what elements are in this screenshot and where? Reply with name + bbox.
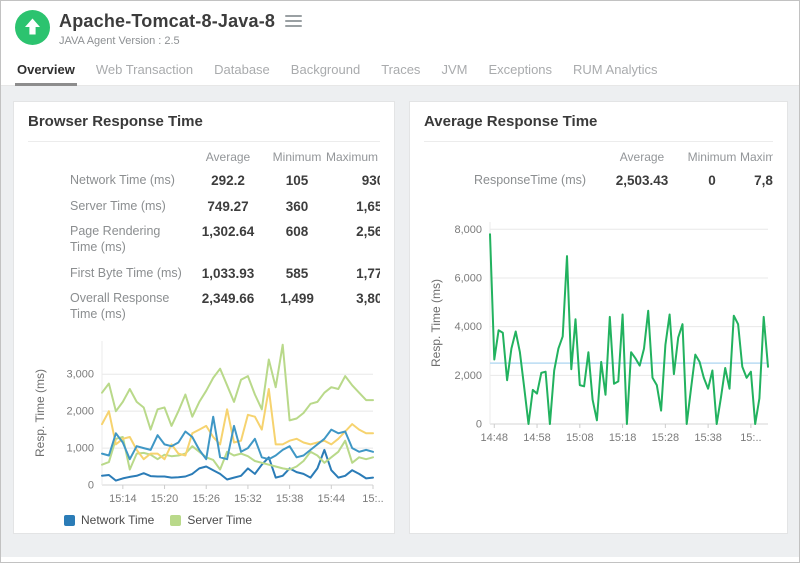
table-row: First Byte Time (ms) 1,033.93 585 1,774	[28, 261, 380, 287]
row-label: Overall Response Time (ms)	[28, 286, 188, 327]
tab-jvm[interactable]: JVM	[441, 53, 467, 86]
min-value: 360	[268, 194, 326, 220]
min-value: 585	[268, 261, 326, 287]
row-label: First Byte Time (ms)	[28, 261, 188, 287]
col-header-minimum: Minimum	[684, 144, 740, 168]
divider	[424, 141, 773, 142]
network-time-swatch	[64, 515, 75, 526]
server-time-swatch	[170, 515, 181, 526]
min-value: 608	[268, 219, 326, 260]
average-response-stats-table: Average Minimum Maximum ResponseTime (ms…	[424, 144, 773, 194]
svg-text:0: 0	[476, 418, 482, 430]
svg-text:15:44: 15:44	[318, 493, 346, 505]
svg-text:0: 0	[88, 480, 94, 492]
row-label: Server Time (ms)	[28, 194, 188, 220]
avg-value: 2,503.43	[600, 168, 684, 194]
max-value: 2,561	[326, 219, 380, 260]
svg-text:Resp. Time (ms): Resp. Time (ms)	[429, 279, 443, 367]
svg-text:15:..: 15:..	[362, 493, 383, 505]
table-row: Page Rendering Time (ms) 1,302.64 608 2,…	[28, 219, 380, 260]
legend-item-network-time[interactable]: Network Time	[64, 513, 154, 527]
avg-value: 1,302.64	[188, 219, 268, 260]
table-row: Overall Response Time (ms) 2,349.66 1,49…	[28, 286, 380, 327]
svg-text:2,000: 2,000	[66, 406, 94, 418]
tab-database[interactable]: Database	[214, 53, 270, 86]
table-header-row: Average Minimum Maximum	[424, 144, 773, 168]
row-label: Page Rendering Time (ms)	[28, 219, 188, 260]
table-header-row: Average Minimum Maximum	[28, 144, 380, 168]
svg-text:2,000: 2,000	[454, 369, 482, 381]
svg-text:1,000: 1,000	[66, 443, 94, 455]
max-value: 3,807	[326, 286, 380, 327]
row-label: Network Time (ms)	[28, 168, 188, 194]
min-value: 105	[268, 168, 326, 194]
dashboard-content: Browser Response Time Average Minimum Ma…	[1, 86, 799, 557]
col-header-minimum: Minimum	[268, 144, 326, 168]
avg-value: 1,033.93	[188, 261, 268, 287]
tab-rum-analytics[interactable]: RUM Analytics	[573, 53, 658, 86]
average-response-time-chart[interactable]: 0 2,000 4,000 6,000 8,000 14:48 14:58 15:08 15:1…	[424, 210, 778, 450]
svg-text:15:18: 15:18	[609, 432, 637, 444]
svg-text:4,000: 4,000	[454, 321, 482, 333]
hamburger-menu-icon[interactable]	[285, 10, 302, 32]
svg-text:15:08: 15:08	[566, 432, 594, 444]
tab-bar: Overview Web Transaction Database Backgr…	[1, 53, 799, 86]
tab-background[interactable]: Background	[291, 53, 360, 86]
legend-item-server-time[interactable]: Server Time	[170, 513, 252, 527]
col-header-maximum: Maximum	[740, 144, 773, 168]
max-value: 930	[326, 168, 380, 194]
page-title: Apache-Tomcat-8-Java-8	[59, 11, 275, 32]
average-response-time-panel: Average Response Time Average Minimum Ma…	[409, 101, 788, 534]
table-row: Server Time (ms) 749.27 360 1,658	[28, 194, 380, 220]
svg-text:15:20: 15:20	[151, 493, 179, 505]
browser-response-time-chart[interactable]: 0 1,000 2,000 3,000 15:14 15:20 15:26 15:32 15:3…	[28, 329, 385, 511]
max-value: 1,774	[326, 261, 380, 287]
svg-text:14:48: 14:48	[480, 432, 508, 444]
panel-title: Browser Response Time	[28, 112, 380, 132]
row-label: ResponseTime (ms)	[424, 168, 600, 194]
browser-response-time-panel: Browser Response Time Average Minimum Ma…	[13, 101, 395, 534]
avg-value: 749.27	[188, 194, 268, 220]
chart-legend: Network Time Server Time Page Rendering …	[64, 513, 380, 534]
svg-text:15:14: 15:14	[109, 493, 137, 505]
tab-exceptions[interactable]: Exceptions	[488, 53, 552, 86]
legend-label: Server Time	[187, 513, 252, 527]
panel-title: Average Response Time	[424, 112, 773, 132]
agent-version-label: JAVA Agent Version : 2.5	[59, 35, 302, 47]
table-row: ResponseTime (ms) 2,503.43 0 7,815	[424, 168, 773, 194]
tab-web-transaction[interactable]: Web Transaction	[96, 53, 193, 86]
svg-text:3,000: 3,000	[66, 369, 94, 381]
svg-text:15:38: 15:38	[276, 493, 304, 505]
browser-response-stats-table: Average Minimum Maximum Network Time (ms…	[28, 144, 380, 327]
tab-overview[interactable]: Overview	[17, 53, 75, 86]
divider	[28, 141, 380, 142]
svg-text:15:26: 15:26	[192, 493, 220, 505]
app-window: Apache-Tomcat-8-Java-8 JAVA Agent Versio…	[0, 0, 800, 563]
svg-text:15:..: 15:..	[740, 432, 761, 444]
svg-text:15:28: 15:28	[652, 432, 680, 444]
avg-value: 2,349.66	[188, 286, 268, 327]
table-row: Network Time (ms) 292.2 105 930	[28, 168, 380, 194]
tab-traces[interactable]: Traces	[381, 53, 420, 86]
col-header-average: Average	[600, 144, 684, 168]
min-value: 0	[684, 168, 740, 194]
max-value: 7,815	[740, 168, 773, 194]
svg-text:15:38: 15:38	[694, 432, 722, 444]
svg-text:6,000: 6,000	[454, 272, 482, 284]
col-header-average: Average	[188, 144, 268, 168]
legend-label: Network Time	[81, 513, 154, 527]
max-value: 1,658	[326, 194, 380, 220]
svg-text:14:58: 14:58	[523, 432, 551, 444]
svg-text:Resp. Time (ms): Resp. Time (ms)	[33, 369, 47, 457]
col-header-maximum: Maximum	[326, 144, 380, 168]
monitor-header: Apache-Tomcat-8-Java-8 JAVA Agent Versio…	[1, 1, 799, 53]
svg-text:15:32: 15:32	[234, 493, 262, 505]
svg-text:8,000: 8,000	[454, 223, 482, 235]
avg-value: 292.2	[188, 168, 268, 194]
status-up-icon	[15, 10, 50, 45]
min-value: 1,499	[268, 286, 326, 327]
